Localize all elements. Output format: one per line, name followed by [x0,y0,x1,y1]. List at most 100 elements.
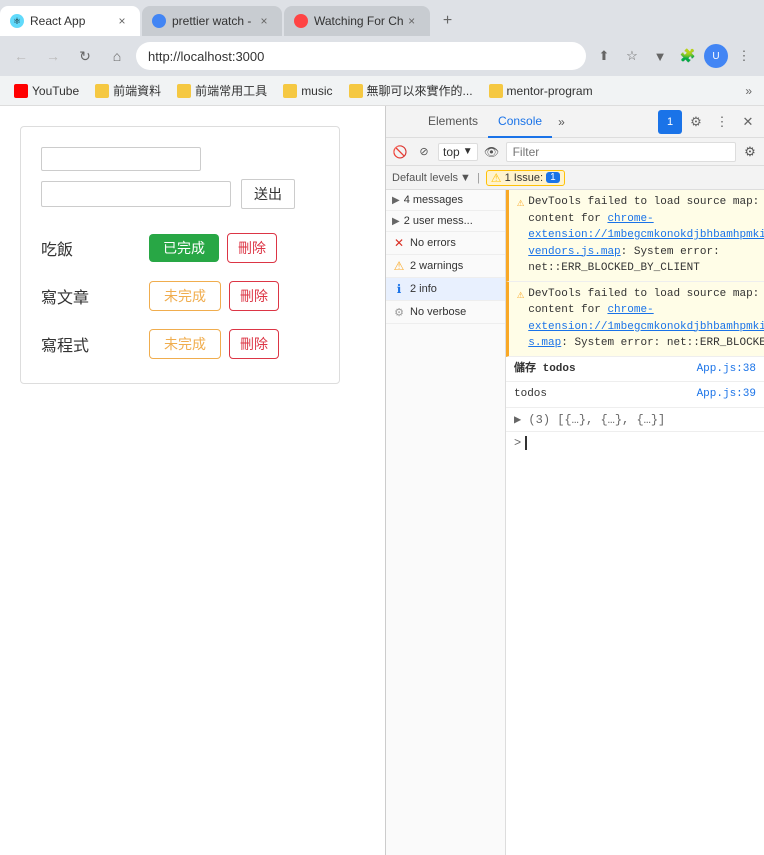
msg-item-info[interactable]: ℹ 2 info [386,278,505,301]
tab-watching-label: Watching For Ch [314,14,404,28]
delete-button-1[interactable]: 刪除 [229,281,279,311]
bookmark-mentor-label: mentor-program [507,84,593,98]
console-entry-warn-1: ⚠ DevTools failed to load source map: Co… [506,190,764,282]
issue-label: 1 Issue: [505,172,544,184]
tab-prettier-label: prettier watch - [172,14,256,28]
browser-chrome: ⚛ React App × prettier watch - × Watchin… [0,0,764,106]
tab-react-app[interactable]: ⚛ React App × [0,6,140,36]
devtools-tab-more[interactable]: » [552,115,571,129]
msg-item-errors[interactable]: ✕ No errors [386,232,505,255]
submit-button[interactable]: 送出 [241,179,295,209]
status-button-2[interactable]: 未完成 [149,329,221,359]
log-file-1[interactable]: App.js:38 [697,363,756,375]
todo-item-1: 寫文章 未完成 刪除 [41,277,319,315]
watching-favicon [294,14,308,28]
console-filter-input[interactable] [506,142,736,162]
devtools-settings-icon[interactable]: ⚙ [684,110,708,134]
msg-item-verbose[interactable]: ⚙ No verbose [386,301,505,324]
tab-prettier-close[interactable]: × [256,13,272,29]
todo-label-2: 寫程式 [41,332,141,356]
todo-input-top[interactable] [41,147,201,171]
bookmark-boring[interactable]: 無聊可以來實作的... [343,80,479,101]
array-expand[interactable]: ▶ (3) [{…}, {…}, {…}] [514,413,665,427]
bookmark-music-label: music [301,84,332,98]
react-favicon: ⚛ [10,14,24,28]
console-filter-icon[interactable]: ⊘ [414,142,434,162]
log-label-2: todos [514,386,697,403]
console-clear-icon[interactable]: 🚫 [390,142,410,162]
devtools-more-icon[interactable]: ⋮ [710,110,734,134]
warn-icon-2: ⚠ [517,287,524,302]
console-eye-icon[interactable]: 👁 [482,142,502,162]
share-icon[interactable]: ⬆ [592,44,616,68]
bookmark-frontend-data-label: 前端資料 [113,82,161,99]
status-button-0[interactable]: 已完成 [149,234,219,262]
folder-icon-1 [95,84,109,98]
bookmark-frontend-tools[interactable]: 前端常用工具 [171,80,273,101]
devtools-close-icon[interactable]: ✕ [736,110,760,134]
bookmark-youtube[interactable]: YouTube [8,82,85,100]
todo-label-0: 吃飯 [41,236,141,260]
msg-arrow-all: ▶ [392,195,400,206]
address-text: http://localhost:3000 [148,49,264,64]
bookmark-mentor[interactable]: mentor-program [483,82,599,100]
console-settings-icon[interactable]: ⚙ [740,142,760,162]
tab-prettier[interactable]: prettier watch - × [142,6,282,36]
home-button[interactable]: ⌂ [104,43,130,69]
profile-icon[interactable]: ▼ [648,44,672,68]
bookmark-frontend-data[interactable]: 前端資料 [89,80,167,101]
top-dropdown[interactable]: top ▼ [438,143,478,161]
warn-entry-2-header: ⚠ DevTools failed to load source map: Co… [517,286,756,352]
warn-entry-1-header: ⚠ DevTools failed to load source map: Co… [517,194,756,277]
console-entry-log-3: ▶ (3) [{…}, {…}, {…}] [506,408,764,432]
status-button-1[interactable]: 未完成 [149,281,221,311]
prompt-arrow: > [514,436,521,450]
msg-item-user[interactable]: ▶ 2 user mess... [386,211,505,232]
warn-link-1[interactable]: chrome-extension://1mbegcmkonokdjbhbamhp… [528,213,764,258]
back-button[interactable]: ← [8,43,34,69]
msg-label-all: 4 messages [404,194,463,206]
levels-dropdown[interactable]: Default levels ▼ [392,172,471,184]
top-chevron: ▼ [463,146,473,157]
folder-icon-5 [489,84,503,98]
log-file-2[interactable]: App.js:39 [697,388,756,400]
menu-icon[interactable]: ⋮ [732,44,756,68]
devtools-tab-bar: Elements Console » 1 ⚙ ⋮ ✕ [386,106,764,138]
msg-item-warnings[interactable]: ⚠ 2 warnings [386,255,505,278]
warn-text-2: DevTools failed to load source map: Coul… [528,286,764,352]
verbose-icon: ⚙ [392,305,406,319]
issue-badge[interactable]: ⚠ 1 Issue: 1 [486,170,565,186]
todo-item-0: 吃飯 已完成 刪除 [41,229,319,267]
bookmark-youtube-label: YouTube [32,84,79,98]
msg-label-info: 2 info [410,283,437,295]
warn-link-2[interactable]: chrome-extension://1mbegcmkonokdjbhbamhp… [528,304,764,349]
delete-button-2[interactable]: 刪除 [229,329,279,359]
address-icons: ⬆ ☆ ▼ 🧩 U ⋮ [592,44,756,68]
forward-button[interactable]: → [40,43,66,69]
todo-item-2: 寫程式 未完成 刪除 [41,325,319,363]
tab-react-close[interactable]: × [114,13,130,29]
console-toolbar: 🚫 ⊘ top ▼ 👁 ⚙ [386,138,764,166]
msg-item-all[interactable]: ▶ 4 messages [386,190,505,211]
msg-label-errors: No errors [410,237,456,249]
delete-button-0[interactable]: 刪除 [227,233,277,263]
top-label: top [443,145,460,159]
user-avatar[interactable]: U [704,44,728,68]
console-messages: ▶ 4 messages ▶ 2 user mess... ✕ No error… [386,190,764,855]
tab-watching[interactable]: Watching For Ch × [284,6,430,36]
prompt-cursor[interactable] [525,436,527,450]
todo-input-main[interactable] [41,181,231,207]
issue-warning-icon: ⚠ [491,171,502,185]
star-icon[interactable]: ☆ [620,44,644,68]
reload-button[interactable]: ↻ [72,43,98,69]
devtools-tab-elements[interactable]: Elements [418,106,488,138]
address-field[interactable]: http://localhost:3000 [136,42,586,70]
youtube-icon [14,84,28,98]
tab-watching-close[interactable]: × [404,13,420,29]
devtools-tab-console[interactable]: Console [488,106,552,138]
new-tab-button[interactable]: + [434,7,462,35]
bookmark-music[interactable]: music [277,82,338,100]
extensions-icon[interactable]: 🧩 [676,44,700,68]
devtools-panel: Elements Console » 1 ⚙ ⋮ ✕ 🚫 ⊘ top ▼ 👁 ⚙ [385,106,764,855]
bookmarks-more-button[interactable]: » [741,82,756,100]
